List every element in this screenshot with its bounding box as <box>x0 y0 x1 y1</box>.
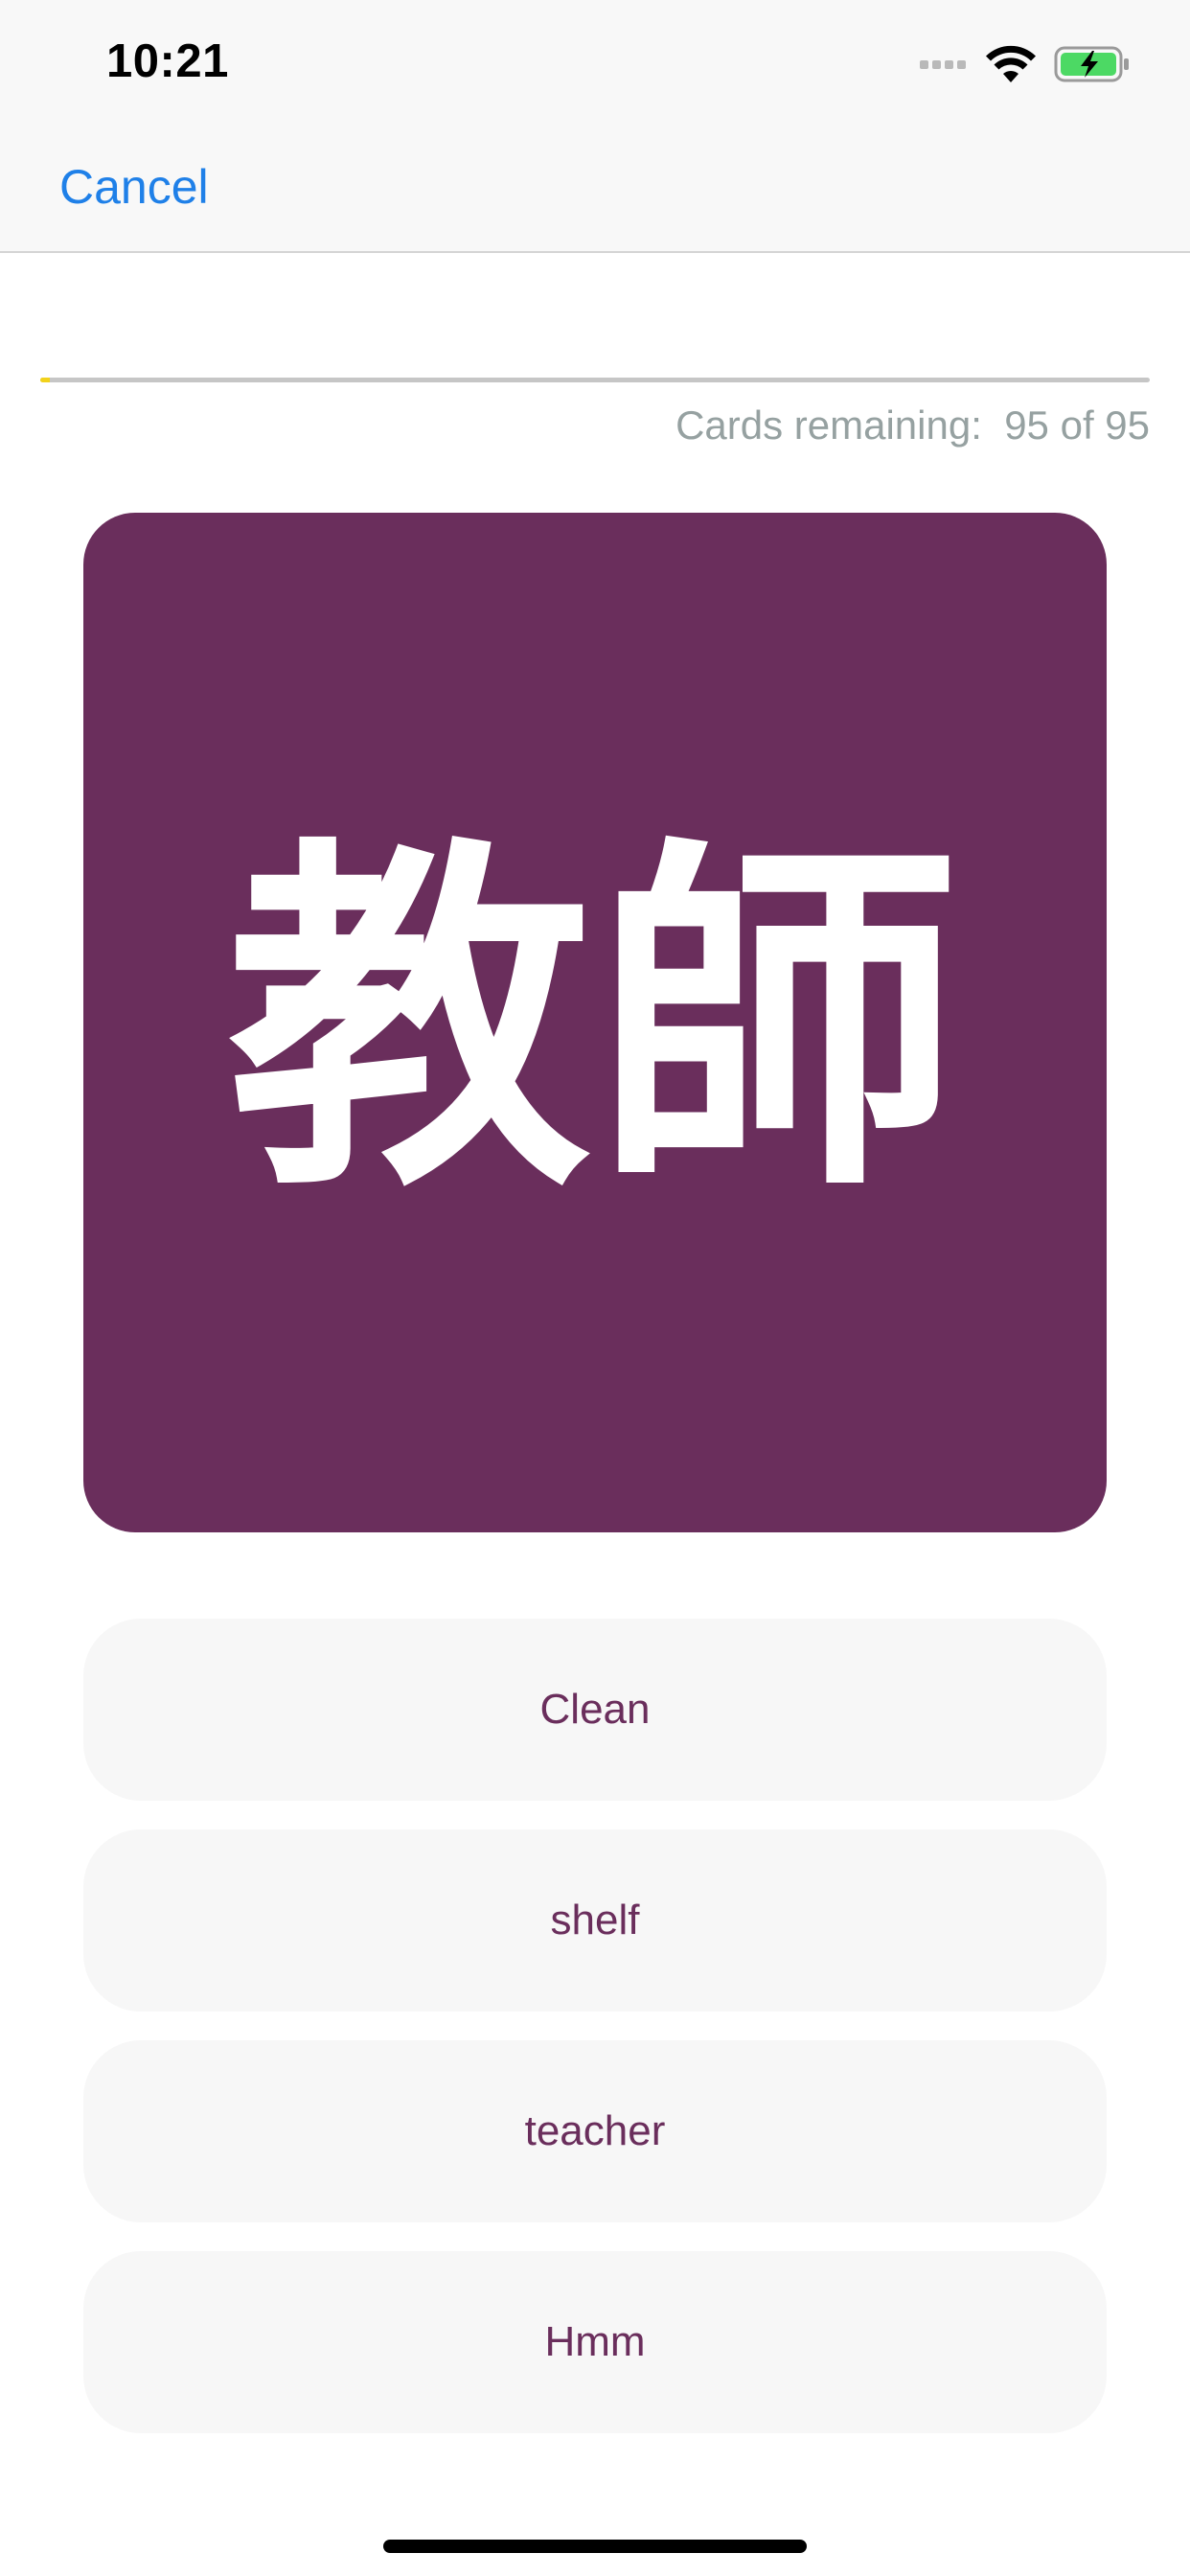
status-icons <box>920 42 1131 86</box>
navigation-bar: 10:21 Cancel <box>0 0 1190 253</box>
answer-options: Clean shelf teacher Hmm <box>83 1619 1107 2462</box>
home-indicator[interactable] <box>383 2540 807 2553</box>
answer-option-teacher[interactable]: teacher <box>83 2040 1107 2222</box>
cellular-signal-icon <box>920 59 970 69</box>
answer-option-shelf[interactable]: shelf <box>83 1829 1107 2012</box>
progress-fill <box>40 378 50 382</box>
cancel-button[interactable]: Cancel <box>59 159 209 215</box>
flashcard-term: 教師 <box>227 810 963 1234</box>
status-time: 10:21 <box>106 35 229 87</box>
flashcard[interactable]: 教師 <box>83 513 1107 1532</box>
progress-bar <box>40 378 1150 382</box>
answer-option-clean[interactable]: Clean <box>83 1619 1107 1801</box>
wifi-icon <box>986 45 1036 82</box>
answer-option-hmm[interactable]: Hmm <box>83 2251 1107 2433</box>
battery-charging-icon <box>1054 46 1129 82</box>
cards-remaining-label: Cards remaining: 95 of 95 <box>675 402 1150 448</box>
